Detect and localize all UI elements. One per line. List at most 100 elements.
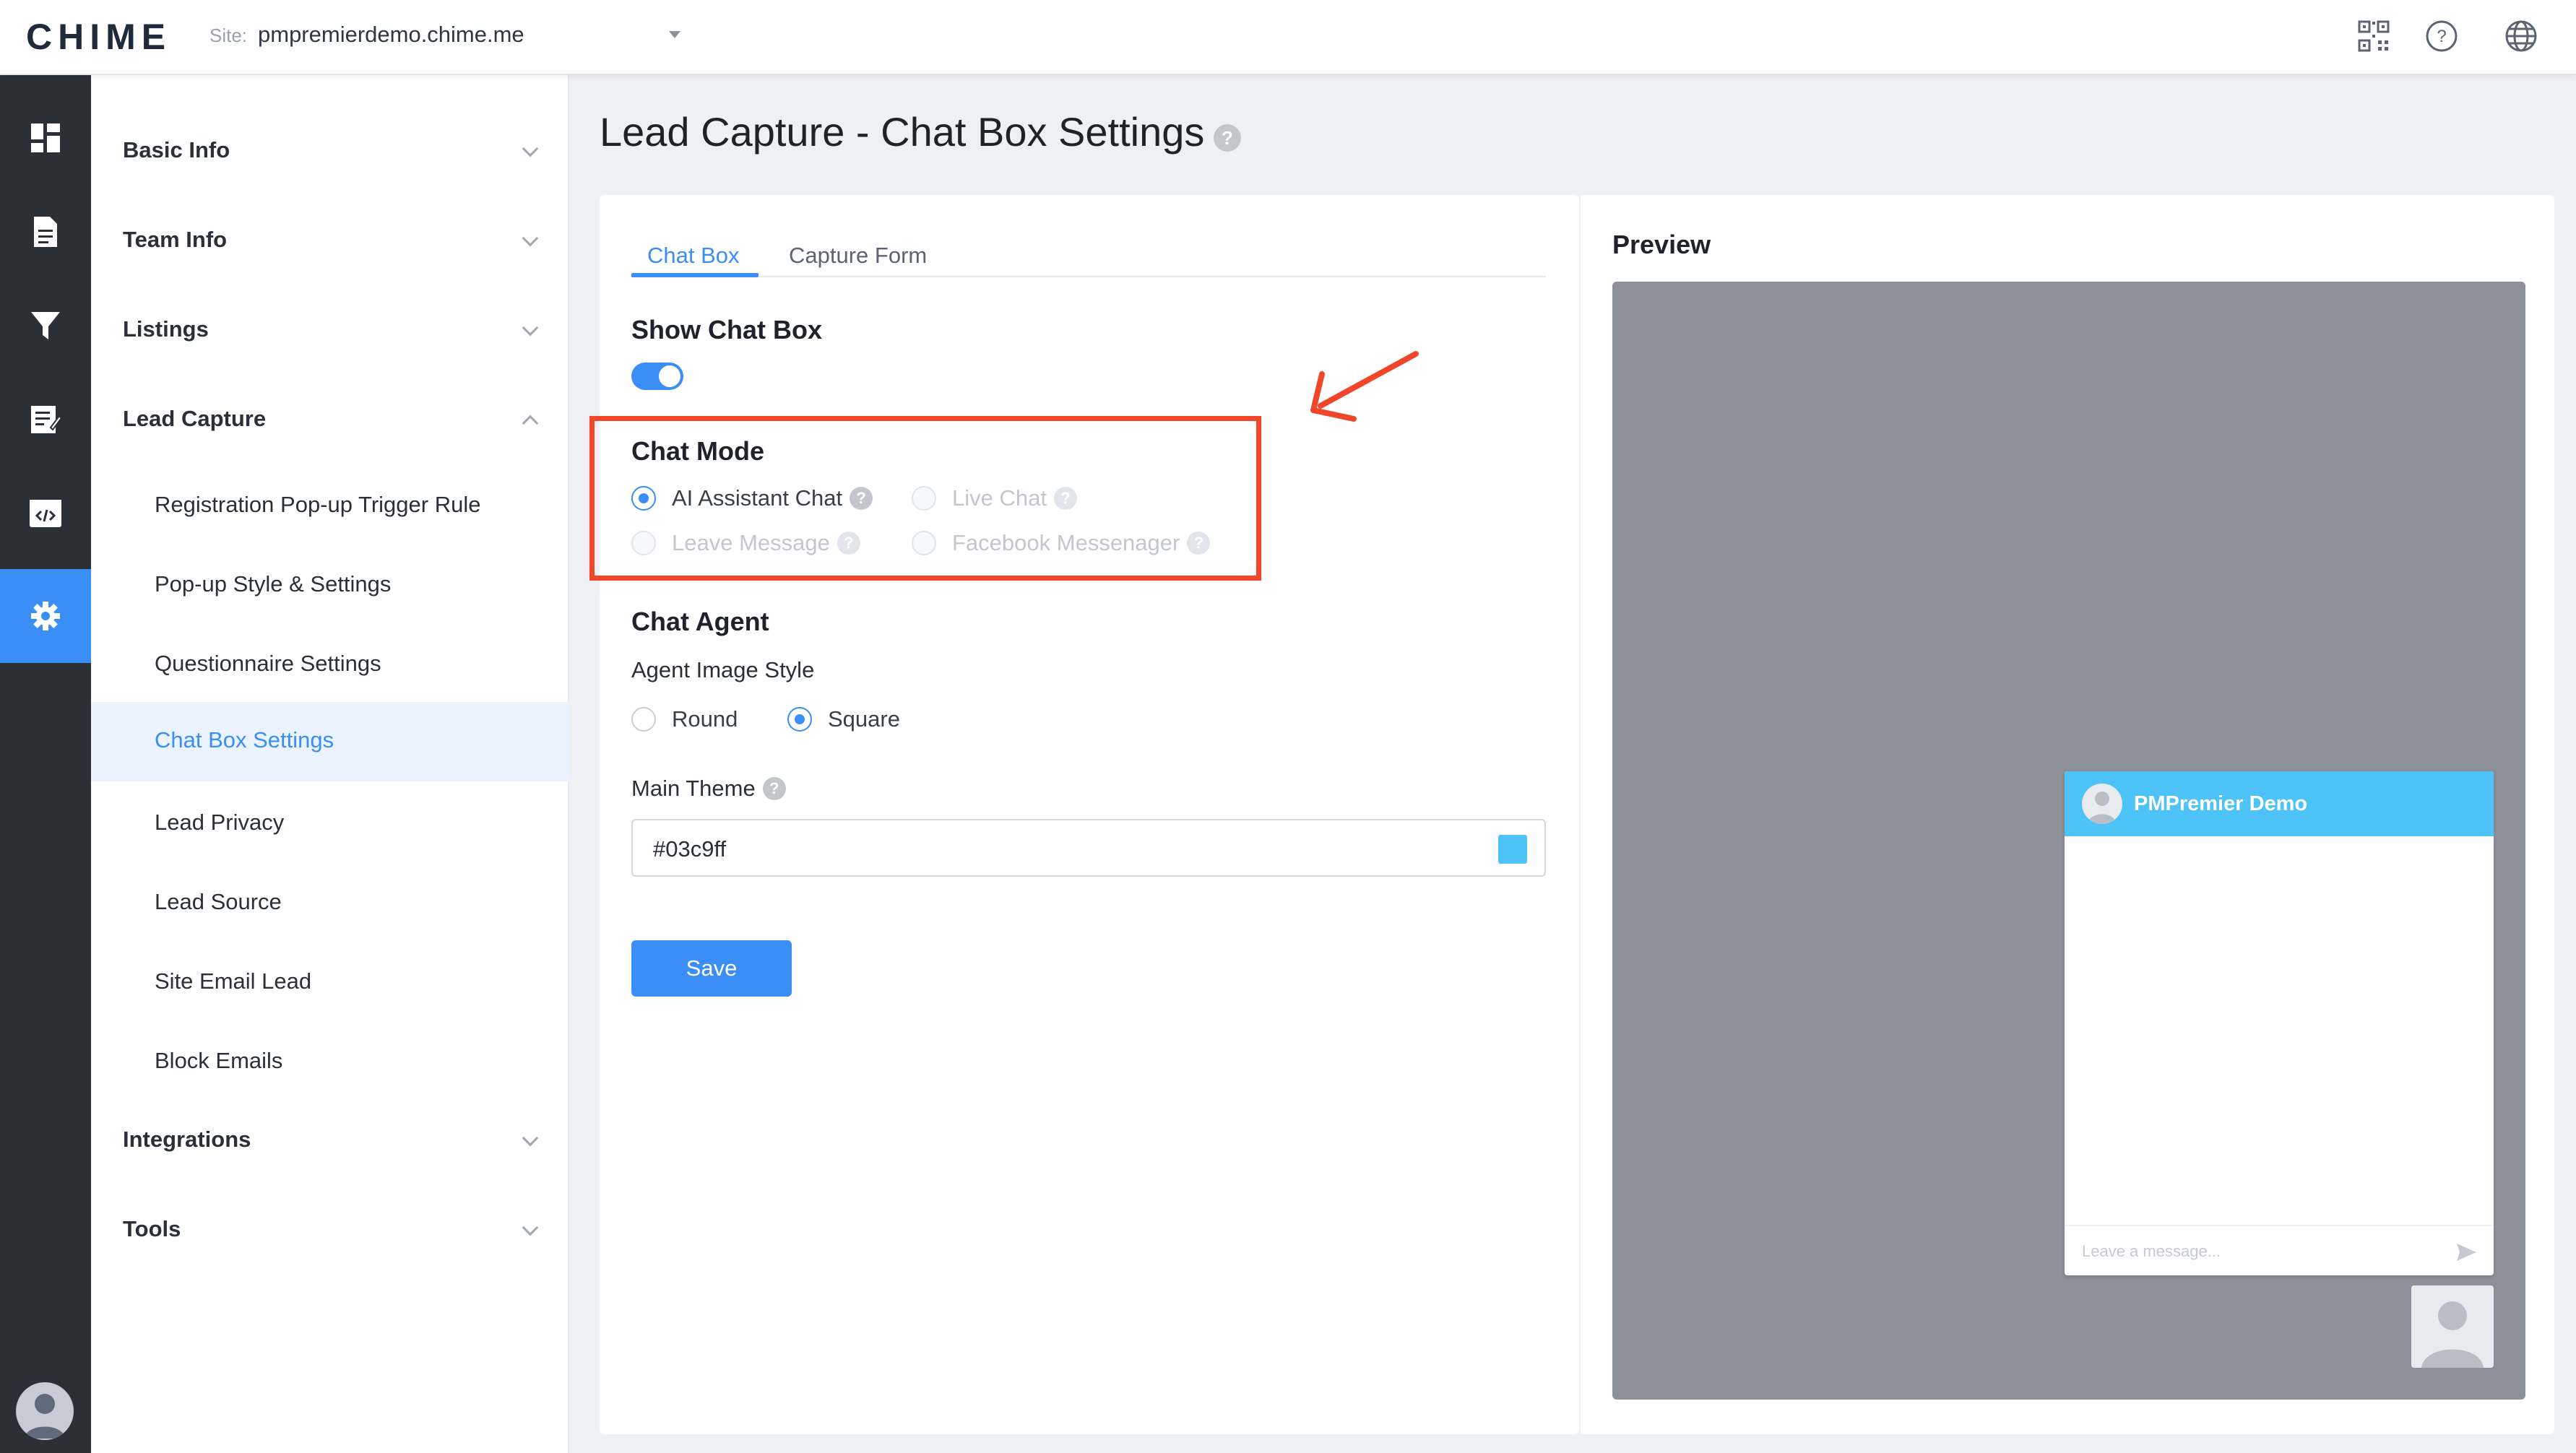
page-title-text: Lead Capture - Chat Box Settings	[600, 109, 1205, 155]
settings-icon	[31, 602, 60, 630]
sidebar-item-lead-source[interactable]: Lead Source	[91, 864, 569, 943]
agent-avatar-square	[2411, 1285, 2494, 1368]
preview-card: Preview PMPremier Demo Leave a message..…	[1579, 195, 2554, 1434]
chevron-up-icon	[522, 415, 539, 432]
user-icon	[2088, 791, 2117, 824]
globe-icon[interactable]	[2504, 19, 2538, 53]
chat-agent-title: Chat Agent	[631, 607, 769, 636]
page-title: Lead Capture - Chat Box Settings ?	[600, 108, 1241, 155]
sidebar-group-integrations[interactable]: Integrations	[91, 1108, 569, 1173]
settings-card: Chat Box Capture Form Show Chat Box Chat…	[600, 195, 1579, 1434]
sidebar-item-lead-privacy[interactable]: Lead Privacy	[91, 784, 569, 864]
radio-label: Round	[672, 706, 738, 732]
chevron-down-icon	[522, 140, 539, 157]
sidebar-item-label: Chat Box Settings	[155, 727, 334, 752]
sidebar-group-label: Tools	[123, 1216, 181, 1241]
chevron-down-icon	[522, 230, 539, 247]
main-theme-label: Main Theme ?	[631, 776, 786, 802]
svg-text:?: ?	[2437, 27, 2446, 46]
sidebar-group-label: Basic Info	[123, 137, 230, 162]
main-theme-value: #03c9ff	[653, 836, 727, 862]
site-selector[interactable]: pmpremierdemo.chime.me	[258, 22, 524, 48]
show-chat-box-title: Show Chat Box	[631, 315, 823, 344]
agent-image-style-label: Agent Image Style	[631, 657, 815, 682]
sidebar-item-label: Lead Privacy	[155, 810, 285, 835]
chat-header: PMPremier Demo	[2065, 771, 2494, 836]
help-icon[interactable]: ?	[762, 777, 786, 800]
sidebar-group-basic-info[interactable]: Basic Info	[91, 118, 569, 183]
tab-bar: Chat Box Capture Form	[631, 227, 1546, 277]
site-label: Site:	[209, 25, 248, 46]
radio-label: Square	[828, 706, 900, 732]
icon-rail	[0, 75, 91, 1453]
radio-square[interactable]: Square	[787, 706, 900, 732]
notes-icon	[31, 406, 62, 433]
user-icon	[2421, 1301, 2484, 1368]
sidebar-item-label: Pop-up Style & Settings	[155, 571, 392, 597]
chevron-down-icon	[522, 1129, 539, 1147]
preview-area: PMPremier Demo Leave a message...	[1612, 282, 2525, 1400]
preview-title: Preview	[1612, 230, 1711, 259]
sidebar-group-label: Lead Capture	[123, 406, 267, 431]
sidebar-group-team-info[interactable]: Team Info	[91, 208, 569, 273]
save-button[interactable]: Save	[631, 940, 792, 997]
chat-avatar	[2082, 784, 2122, 824]
sidebar-item-popup-style-settings[interactable]: Pop-up Style & Settings	[91, 546, 569, 625]
chime-logo[interactable]: CHIME	[26, 16, 171, 58]
chat-input-bar: Leave a message...	[2065, 1225, 2494, 1275]
document-icon	[34, 217, 57, 247]
active-tab-indicator	[631, 273, 758, 277]
annotation-highlight-box	[589, 416, 1261, 581]
radio-dot	[631, 707, 656, 732]
sidebar-item-label: Questionnaire Settings	[155, 651, 381, 676]
sidebar-item-label: Registration Pop-up Trigger Rule	[155, 492, 481, 517]
user-avatar[interactable]	[16, 1382, 74, 1440]
sidebar-item-chat-box-settings[interactable]: Chat Box Settings	[91, 702, 569, 781]
radio-round[interactable]: Round	[631, 706, 738, 732]
chat-name: PMPremier Demo	[2134, 792, 2308, 815]
settings-sidebar: Basic Info Team Info Listings Lead Captu…	[91, 75, 569, 1453]
show-chat-box-toggle[interactable]	[631, 363, 683, 390]
radio-dot	[787, 707, 812, 732]
rail-item-code[interactable]	[0, 467, 91, 560]
sidebar-group-tools[interactable]: Tools	[91, 1197, 569, 1262]
send-icon	[2457, 1244, 2476, 1261]
rail-item-settings[interactable]	[0, 569, 91, 663]
sidebar-group-label: Listings	[123, 316, 209, 342]
sidebar-group-label: Integrations	[123, 1127, 251, 1152]
user-icon	[25, 1394, 65, 1439]
rail-item-filter[interactable]	[0, 279, 91, 373]
color-swatch[interactable]	[1498, 835, 1527, 864]
filter-icon	[31, 312, 60, 339]
sidebar-item-label: Lead Source	[155, 889, 282, 914]
help-icon[interactable]: ?	[1214, 124, 1241, 152]
sidebar-group-lead-capture[interactable]: Lead Capture	[91, 387, 569, 452]
sidebar-group-label: Team Info	[123, 227, 228, 252]
chevron-down-icon[interactable]	[669, 31, 680, 38]
main-theme-input[interactable]: #03c9ff	[631, 819, 1546, 877]
sidebar-item-block-emails[interactable]: Block Emails	[91, 1023, 569, 1102]
rail-item-dashboard[interactable]	[0, 91, 91, 185]
chat-window-preview: PMPremier Demo Leave a message...	[2065, 771, 2494, 1275]
chevron-down-icon	[522, 1219, 539, 1236]
code-icon	[30, 500, 61, 527]
sidebar-item-label: Block Emails	[155, 1048, 283, 1073]
rail-item-document[interactable]	[0, 185, 91, 279]
sidebar-item-site-email-lead[interactable]: Site Email Lead	[91, 943, 569, 1023]
main-theme-label-text: Main Theme	[631, 776, 756, 801]
sidebar-item-label: Site Email Lead	[155, 968, 312, 994]
dashboard-icon	[31, 123, 60, 152]
sidebar-group-listings[interactable]: Listings	[91, 298, 569, 363]
tab-chat-box[interactable]: Chat Box	[647, 243, 740, 269]
tab-capture-form[interactable]: Capture Form	[789, 243, 927, 269]
qr-code-icon[interactable]	[2356, 19, 2391, 53]
sidebar-item-registration-popup-trigger-rule[interactable]: Registration Pop-up Trigger Rule	[91, 467, 569, 546]
help-icon[interactable]: ?	[2424, 19, 2459, 53]
chat-input-placeholder: Leave a message...	[2082, 1242, 2221, 1260]
sidebar-item-questionnaire-settings[interactable]: Questionnaire Settings	[91, 625, 569, 705]
toggle-knob	[659, 365, 680, 387]
top-bar: CHIME Site: pmpremierdemo.chime.me ?	[0, 0, 2576, 75]
chevron-down-icon	[522, 319, 539, 337]
rail-item-notes[interactable]	[0, 373, 91, 467]
annotation-arrow-icon	[1310, 351, 1419, 422]
